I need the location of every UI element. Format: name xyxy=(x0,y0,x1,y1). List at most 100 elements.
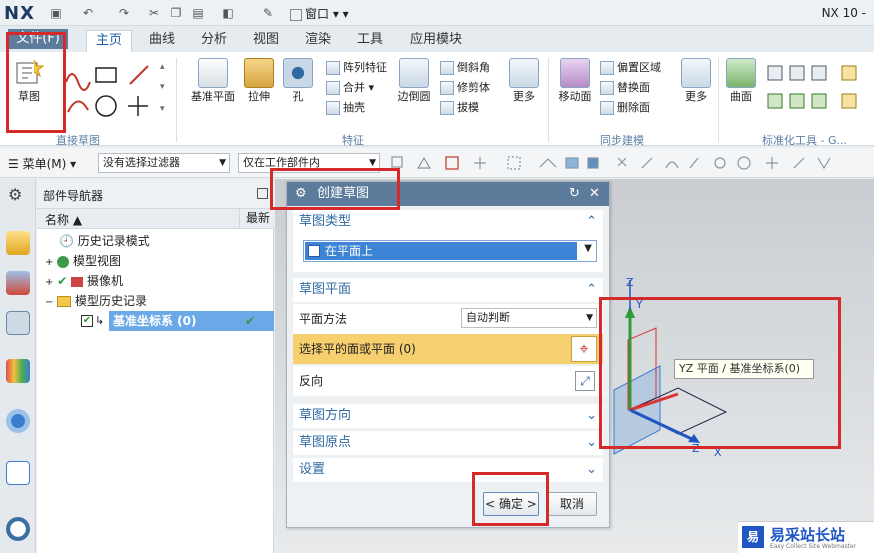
window-menu[interactable]: 窗口 ▾ ▾ xyxy=(290,5,349,22)
more-icon xyxy=(509,58,539,88)
array-feature-button[interactable]: 阵列特征 xyxy=(326,58,392,78)
menu-button[interactable]: ☰ 菜单(M) ▾ xyxy=(8,155,76,172)
tab-curve[interactable]: 曲线 xyxy=(146,30,178,52)
draft-button[interactable]: 拔模 xyxy=(440,98,504,118)
touch-mode-icon[interactable]: ✎ xyxy=(260,5,276,21)
snap-point-toolbar[interactable] xyxy=(390,154,870,172)
trim-body-button[interactable]: 修剪体 xyxy=(440,78,504,98)
tab-view[interactable]: 视图 xyxy=(250,30,282,52)
menu-icon: ☰ xyxy=(8,157,23,171)
checkbox-icon[interactable]: ✔ xyxy=(81,315,93,327)
reverse-direction-icon[interactable]: ⤢ xyxy=(575,371,595,391)
feature-small-column-2: 倒斜角 修剪体 拔模 xyxy=(440,58,504,118)
constraint-navigator-icon[interactable] xyxy=(6,271,30,295)
offset-region-button[interactable]: 偏置区域 xyxy=(600,58,672,78)
extrude-icon xyxy=(244,58,274,88)
more-sync-button[interactable]: 更多 xyxy=(680,58,712,104)
tree-row-history-mode[interactable]: 🕘 历史记录模式 xyxy=(37,231,274,251)
plane-method-select[interactable]: 自动判断 ▼ xyxy=(461,308,597,328)
folder-icon xyxy=(57,296,72,307)
copy-icon[interactable]: ❐ xyxy=(168,5,184,21)
clock-icon: 🕘 xyxy=(59,234,74,248)
section-sketch-type[interactable]: 草图类型 ⌃ xyxy=(293,210,603,234)
tab-analysis[interactable]: 分析 xyxy=(198,30,230,52)
on-plane-icon xyxy=(308,245,320,257)
tree-row-model-history[interactable]: − 模型历史记录 xyxy=(37,291,274,311)
offset-region-icon xyxy=(600,61,614,75)
shell-icon xyxy=(326,101,340,115)
section-sketch-origin[interactable]: 草图原点 ⌄ xyxy=(293,431,603,455)
std-tools-group-label: 标准化工具 - G... xyxy=(762,134,847,147)
chamfer-icon xyxy=(440,61,454,75)
curve-tools[interactable] xyxy=(62,62,172,122)
repeat-command-icon[interactable]: ◧ xyxy=(220,5,236,21)
standard-tools-icons[interactable] xyxy=(766,64,866,112)
title-bar: NX ▣ ↶ ↷ ✂ ❐ ▤ ◧ ✎ 窗口 ▾ ▾ NX 10 - xyxy=(0,0,874,26)
undo-icon[interactable]: ↶ xyxy=(80,5,96,21)
collapse-icon[interactable]: − xyxy=(45,297,53,308)
tree-row-cameras[interactable]: + ✔ 摄像机 xyxy=(37,271,274,291)
sketch-type-value: 在平面上 xyxy=(305,242,577,260)
chevron-down-icon: ⌄ xyxy=(586,408,597,423)
edge-blend-button[interactable]: 边倒圆 xyxy=(394,58,434,104)
expand-icon[interactable]: + xyxy=(45,257,53,268)
select-plane-row[interactable]: 选择平的面或平面 (0) ⌖ xyxy=(293,334,603,364)
surface-button[interactable]: 曲面 xyxy=(724,58,758,104)
section-sketch-plane[interactable]: 草图平面 ⌃ xyxy=(293,278,603,302)
crosshair-icon[interactable]: ⌖ xyxy=(571,336,597,362)
annotation-box-csys xyxy=(599,297,841,449)
tab-home[interactable]: 主页 xyxy=(86,30,132,52)
section-settings[interactable]: 设置 ⌄ xyxy=(293,458,603,482)
unite-button[interactable]: 合并 ▾ xyxy=(326,78,392,98)
extrude-button[interactable]: 拉伸 xyxy=(242,58,276,104)
type-filter-select[interactable]: 没有选择过滤器 ▼ xyxy=(98,153,230,173)
tab-render[interactable]: 渲染 xyxy=(302,30,334,52)
redo-icon[interactable]: ↷ xyxy=(116,5,132,21)
tab-tools[interactable]: 工具 xyxy=(354,30,386,52)
feature-group-label: 特征 xyxy=(342,134,364,147)
part-navigator-icon[interactable] xyxy=(6,311,30,335)
cut-icon[interactable]: ✂ xyxy=(146,5,162,21)
trim-body-icon xyxy=(440,81,454,95)
reuse-library-icon[interactable] xyxy=(6,359,30,383)
delete-face-button[interactable]: 删除面 xyxy=(600,98,672,118)
reset-icon[interactable]: ↻ xyxy=(569,182,580,206)
watermark-subtext: Easy Collect Site Webmaster xyxy=(770,543,857,550)
web-browser-icon[interactable] xyxy=(6,409,30,433)
checkmark-icon: ✔ xyxy=(57,274,68,288)
maximize-icon[interactable] xyxy=(257,188,268,199)
replace-face-button[interactable]: 替换面 xyxy=(600,78,672,98)
direct-sketch-group-label: 直接草图 xyxy=(56,134,100,147)
move-face-button[interactable]: 移动面 xyxy=(556,58,594,104)
datum-plane-button[interactable]: 基准平面 xyxy=(188,58,238,104)
ribbon: 草图 ▴ ▾ ▾ 直接草图 基准平面 拉伸 孔 阵列特征 合并 ▾ 抽壳 边倒圆… xyxy=(0,52,874,147)
hole-button[interactable]: 孔 xyxy=(282,58,314,104)
cancel-button[interactable]: 取消 xyxy=(547,492,597,516)
window-title: NX 10 - xyxy=(821,6,866,20)
close-icon[interactable]: ✕ xyxy=(589,182,600,206)
tree-row-datum-csys[interactable]: ✔ ↳ 基准坐标系 (0) ✔ xyxy=(37,311,274,331)
assembly-navigator-icon[interactable] xyxy=(6,231,30,255)
shell-button[interactable]: 抽壳 xyxy=(326,98,392,118)
save-icon[interactable]: ▣ xyxy=(48,5,64,21)
datum-plane-icon xyxy=(198,58,228,88)
tab-application[interactable]: 应用模块 xyxy=(404,30,468,52)
watermark-text: 易采站长站 xyxy=(770,526,846,544)
chamfer-button[interactable]: 倒斜角 xyxy=(440,58,504,78)
column-latest[interactable]: 最新 xyxy=(239,209,270,229)
navigator-header: 部件导航器 xyxy=(37,179,274,209)
paste-icon[interactable]: ▤ xyxy=(190,5,206,21)
sketch-type-select[interactable]: 在平面上 ▼ xyxy=(303,240,597,262)
chevron-down-icon: ⌄ xyxy=(586,435,597,450)
gear-icon[interactable]: ⚙ xyxy=(8,185,22,204)
column-name[interactable]: 名称 ▲ xyxy=(45,211,82,228)
chevron-down-icon: ▼ xyxy=(219,158,226,168)
more-features-button[interactable]: 更多 xyxy=(508,58,540,104)
section-sketch-orientation[interactable]: 草图方向 ⌄ xyxy=(293,404,603,428)
clock-icon[interactable] xyxy=(6,517,30,541)
history-icon[interactable] xyxy=(6,461,30,485)
array-feature-icon xyxy=(326,61,340,75)
tree-row-model-views[interactable]: + 模型视图 xyxy=(37,251,274,271)
expand-icon[interactable]: + xyxy=(45,277,53,288)
part-navigator: 部件导航器 名称 ▲ 最新 🕘 历史记录模式 + 模型视图 + ✔ 摄像机 − … xyxy=(37,179,274,553)
